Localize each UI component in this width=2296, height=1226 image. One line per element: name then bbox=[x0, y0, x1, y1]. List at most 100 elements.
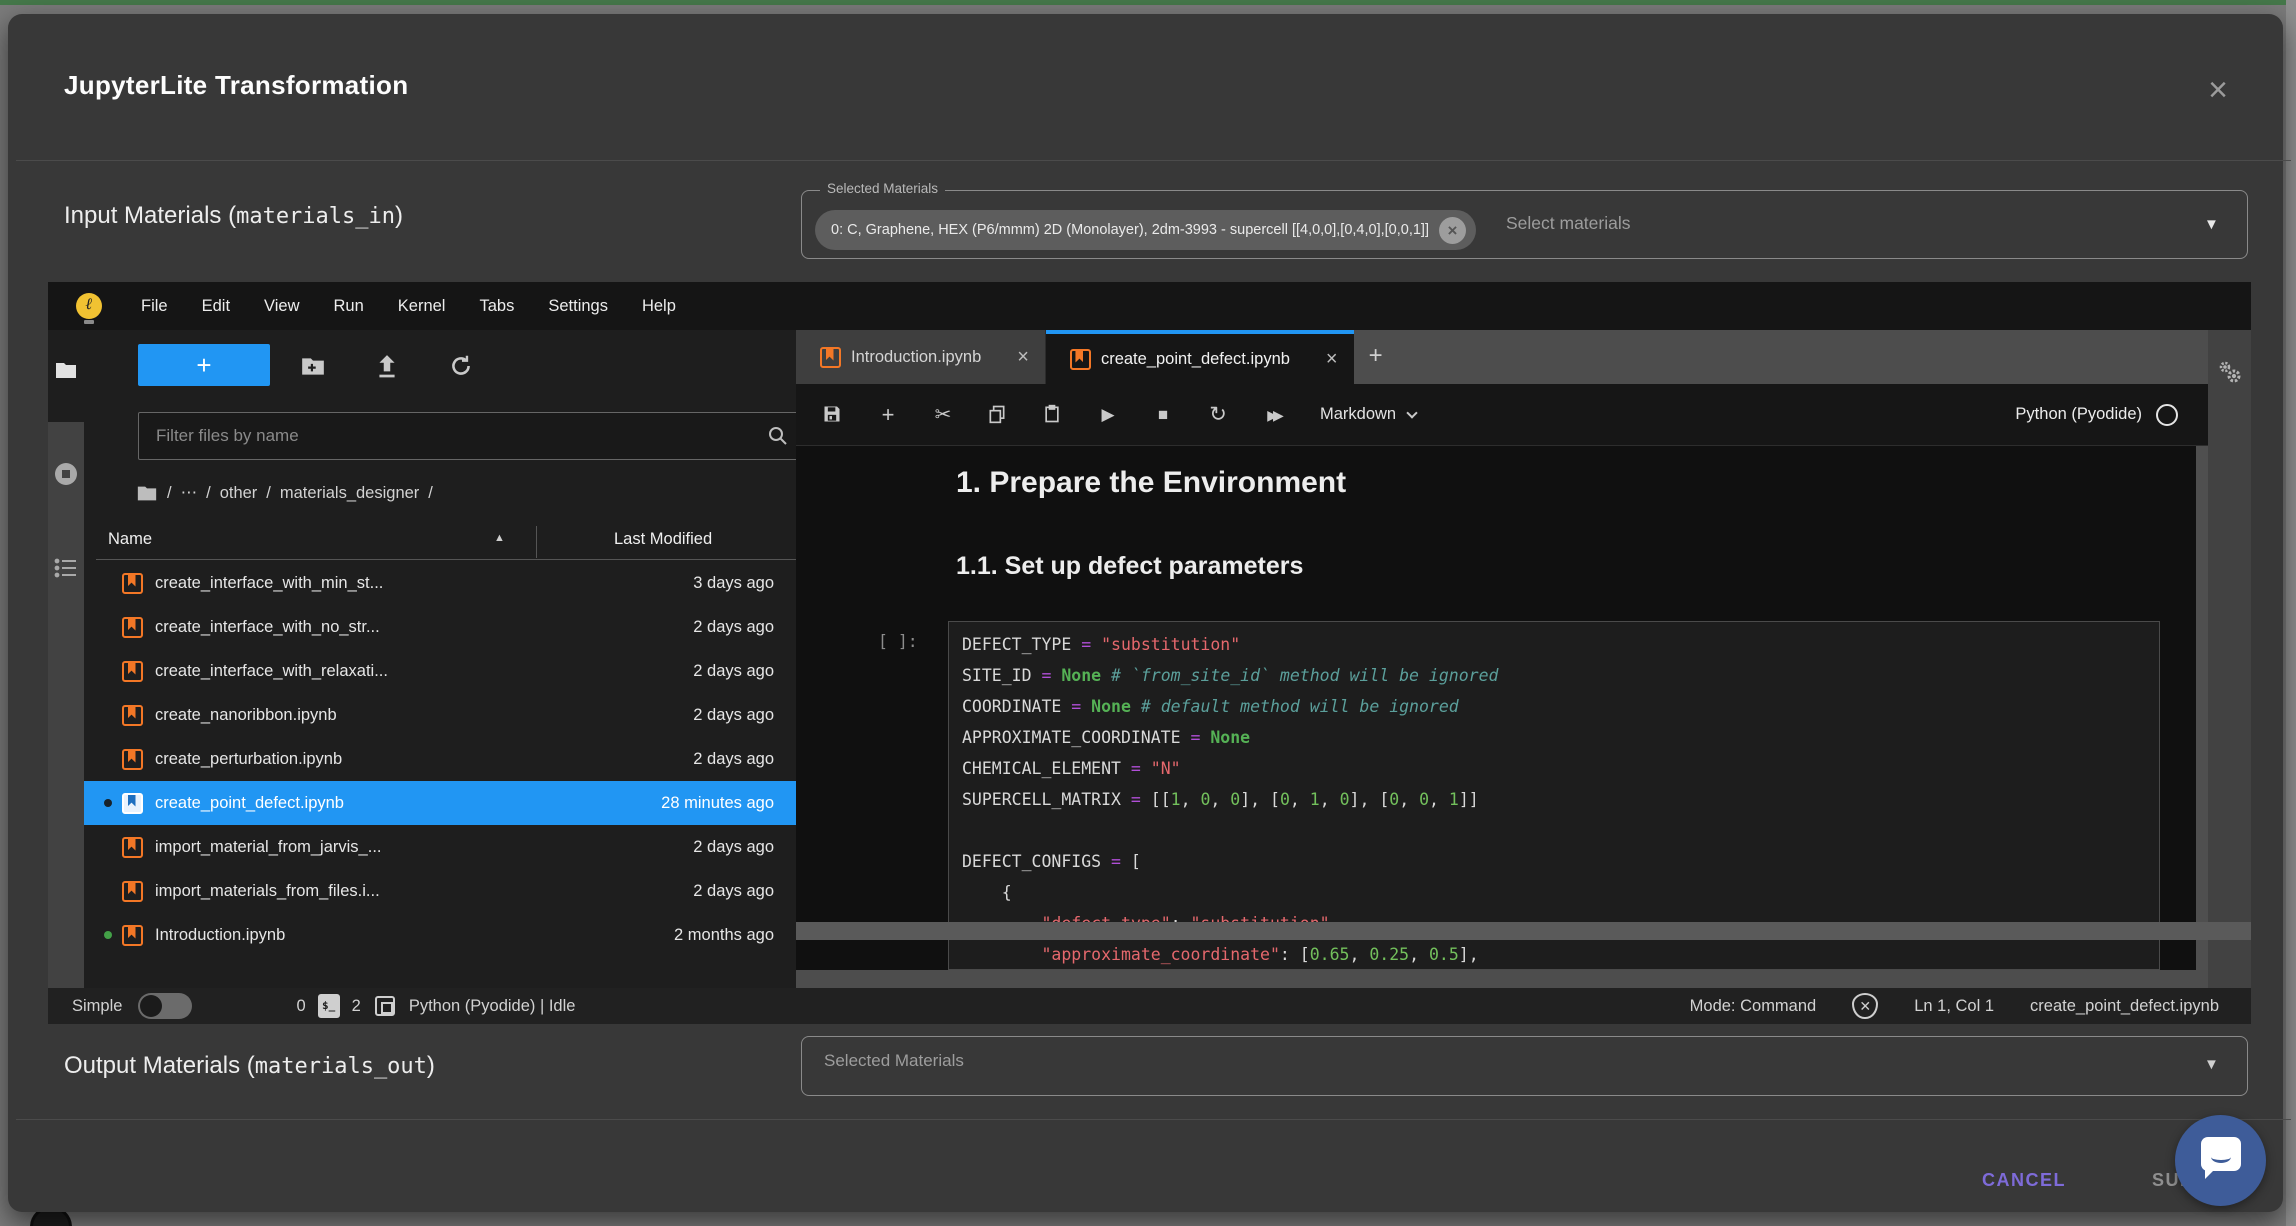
new-folder-icon[interactable] bbox=[300, 353, 326, 379]
file-row[interactable]: import_materials_from_files.i...2 days a… bbox=[84, 869, 796, 913]
output-select-caret-icon[interactable]: ▼ bbox=[2204, 1056, 2219, 1073]
jupyterlite-transformation-dialog: JupyterLite Transformation × Input Mater… bbox=[8, 14, 2283, 1212]
save-icon[interactable] bbox=[822, 404, 844, 426]
file-row[interactable]: create_point_defect.ipynb28 minutes ago bbox=[84, 781, 796, 825]
breadcrumb-segment[interactable]: other bbox=[220, 484, 258, 503]
breadcrumb-segment[interactable]: / bbox=[266, 484, 271, 503]
breadcrumb-segment[interactable]: ⋯ bbox=[181, 483, 198, 503]
file-last-modified: 2 months ago bbox=[674, 926, 774, 945]
markdown-heading-2[interactable]: 1.1. Set up defect parameters bbox=[956, 552, 1303, 581]
upload-icon[interactable] bbox=[374, 353, 400, 379]
file-name: create_interface_with_no_str... bbox=[155, 618, 380, 637]
chip-remove-icon[interactable]: × bbox=[1439, 217, 1466, 244]
input-materials-label: Input Materials (materials_in) bbox=[64, 202, 403, 230]
menu-run[interactable]: Run bbox=[317, 297, 381, 316]
file-row[interactable]: create_perturbation.ipynb2 days ago bbox=[84, 737, 796, 781]
column-last-modified[interactable]: Last Modified bbox=[614, 530, 712, 549]
file-row[interactable]: create_interface_with_relaxati...2 days … bbox=[84, 649, 796, 693]
cell-type-dropdown[interactable]: Markdown bbox=[1320, 405, 1416, 424]
notebook-scrollbar[interactable] bbox=[2196, 446, 2208, 970]
file-row[interactable]: create_interface_with_min_st...3 days ag… bbox=[84, 561, 796, 605]
tab-label: create_point_defect.ipynb bbox=[1101, 350, 1290, 369]
tab-close-icon[interactable]: × bbox=[1017, 346, 1029, 369]
tab-Introduction-ipynb[interactable]: Introduction.ipynb× bbox=[796, 330, 1046, 384]
notebook-file-icon bbox=[122, 925, 143, 946]
breadcrumb-folder-icon[interactable] bbox=[136, 482, 158, 504]
markdown-heading-1[interactable]: 1. Prepare the Environment bbox=[956, 466, 1346, 500]
file-list: create_interface_with_min_st...3 days ag… bbox=[84, 561, 796, 957]
new-tab-icon[interactable]: + bbox=[1354, 330, 1398, 384]
cursor-position[interactable]: Ln 1, Col 1 bbox=[1914, 997, 1994, 1016]
menu-help[interactable]: Help bbox=[625, 297, 693, 316]
run-icon[interactable]: ▶ bbox=[1097, 404, 1119, 426]
file-row[interactable]: create_nanoribbon.ipynb 2 days ago bbox=[84, 693, 796, 737]
horizontal-scrollbar[interactable] bbox=[796, 922, 2251, 940]
code-cell[interactable]: DEFECT_TYPE = "substitution"SITE_ID = No… bbox=[948, 621, 2160, 970]
breadcrumb-segment[interactable]: / bbox=[206, 484, 211, 503]
screen: JupyterLite Transformation × Input Mater… bbox=[0, 0, 2296, 1226]
code-line: DEFECT_CONFIGS = [ bbox=[962, 846, 2146, 877]
file-list-header: Name ▲ Last Modified bbox=[96, 524, 796, 560]
new-launcher-button[interactable]: + bbox=[138, 344, 270, 386]
simple-mode-toggle[interactable] bbox=[138, 993, 192, 1019]
tab-close-icon[interactable]: × bbox=[1326, 348, 1338, 371]
notebook-toolbar: + ✂ ▶ ■ ↻ ▶▶ Markdown bbox=[796, 384, 2208, 446]
sort-ascending-icon[interactable]: ▲ bbox=[494, 532, 505, 544]
kernel-status-text[interactable]: Python (Pyodide) | Idle bbox=[409, 997, 576, 1016]
material-chip[interactable]: 0: C, Graphene, HEX (P6/mmm) 2D (Monolay… bbox=[815, 210, 1476, 250]
table-of-contents-tab-icon[interactable] bbox=[54, 556, 78, 580]
code-line: { bbox=[962, 877, 2146, 908]
kernel-count[interactable]: 2 bbox=[352, 997, 361, 1016]
restart-run-all-icon[interactable]: ▶▶ bbox=[1262, 404, 1284, 426]
close-icon[interactable]: × bbox=[2196, 70, 2240, 114]
running-kernels-tab-icon[interactable] bbox=[54, 462, 78, 486]
input-select-caret-icon[interactable]: ▼ bbox=[2204, 216, 2219, 233]
restart-kernel-icon[interactable]: ↻ bbox=[1207, 404, 1229, 426]
file-row[interactable]: Introduction.ipynb2 months ago bbox=[84, 913, 796, 957]
header-divider bbox=[16, 160, 2291, 161]
code-line bbox=[962, 815, 2146, 846]
notebook-file-icon bbox=[122, 793, 143, 814]
paste-icon[interactable] bbox=[1042, 404, 1064, 426]
refresh-icon[interactable] bbox=[448, 353, 474, 379]
file-last-modified: 2 days ago bbox=[693, 706, 774, 725]
cancel-button[interactable]: CANCEL bbox=[1964, 1160, 2084, 1201]
tab-create_point_defect-ipynb[interactable]: create_point_defect.ipynb × bbox=[1046, 330, 1354, 384]
breadcrumb-segment[interactable]: materials_designer bbox=[280, 484, 419, 503]
menu-kernel[interactable]: Kernel bbox=[381, 297, 463, 316]
kernel-status-icon[interactable] bbox=[2156, 404, 2178, 426]
menu-settings[interactable]: Settings bbox=[531, 297, 625, 316]
cut-icon[interactable]: ✂ bbox=[932, 404, 954, 426]
add-cell-icon[interactable]: + bbox=[877, 404, 899, 426]
menu-edit[interactable]: Edit bbox=[185, 297, 247, 316]
copy-icon[interactable] bbox=[987, 404, 1009, 426]
file-browser-tab-icon[interactable] bbox=[54, 358, 78, 382]
menu-view[interactable]: View bbox=[247, 297, 316, 316]
file-status-dot-icon bbox=[104, 799, 112, 807]
notebook-file-icon bbox=[122, 705, 143, 726]
terminal-count[interactable]: 0 bbox=[296, 997, 305, 1016]
file-name: create_nanoribbon.ipynb bbox=[155, 706, 337, 725]
filter-files-input[interactable] bbox=[138, 412, 800, 460]
file-last-modified: 28 minutes ago bbox=[661, 794, 774, 813]
breadcrumb-segment[interactable]: / bbox=[167, 484, 172, 503]
file-name: create_interface_with_min_st... bbox=[155, 574, 383, 593]
menu-file[interactable]: File bbox=[124, 297, 185, 316]
activity-bar bbox=[48, 330, 84, 988]
file-row[interactable]: create_interface_with_no_str...2 days ag… bbox=[84, 605, 796, 649]
menu-tabs[interactable]: Tabs bbox=[462, 297, 531, 316]
notebook-file-icon bbox=[1070, 349, 1091, 370]
mode-indicator[interactable]: Mode: Command bbox=[1690, 997, 1817, 1016]
output-materials-select[interactable] bbox=[801, 1036, 2248, 1096]
stop-icon[interactable]: ■ bbox=[1152, 404, 1174, 426]
file-last-modified: 2 days ago bbox=[693, 838, 774, 857]
column-name[interactable]: Name bbox=[108, 530, 152, 549]
chat-widget-button[interactable] bbox=[2175, 1115, 2266, 1206]
file-name: create_perturbation.ipynb bbox=[155, 750, 342, 769]
breadcrumb[interactable]: / ⋯ / other / materials_designer / bbox=[136, 482, 433, 504]
trust-shield-icon[interactable]: ✕ bbox=[1852, 993, 1878, 1019]
kernel-name[interactable]: Python (Pyodide) bbox=[2015, 405, 2142, 424]
property-inspector-gears-icon[interactable] bbox=[2217, 360, 2243, 391]
file-row[interactable]: import_material_from_jarvis_...2 days ag… bbox=[84, 825, 796, 869]
breadcrumb-segment[interactable]: / bbox=[428, 484, 433, 503]
